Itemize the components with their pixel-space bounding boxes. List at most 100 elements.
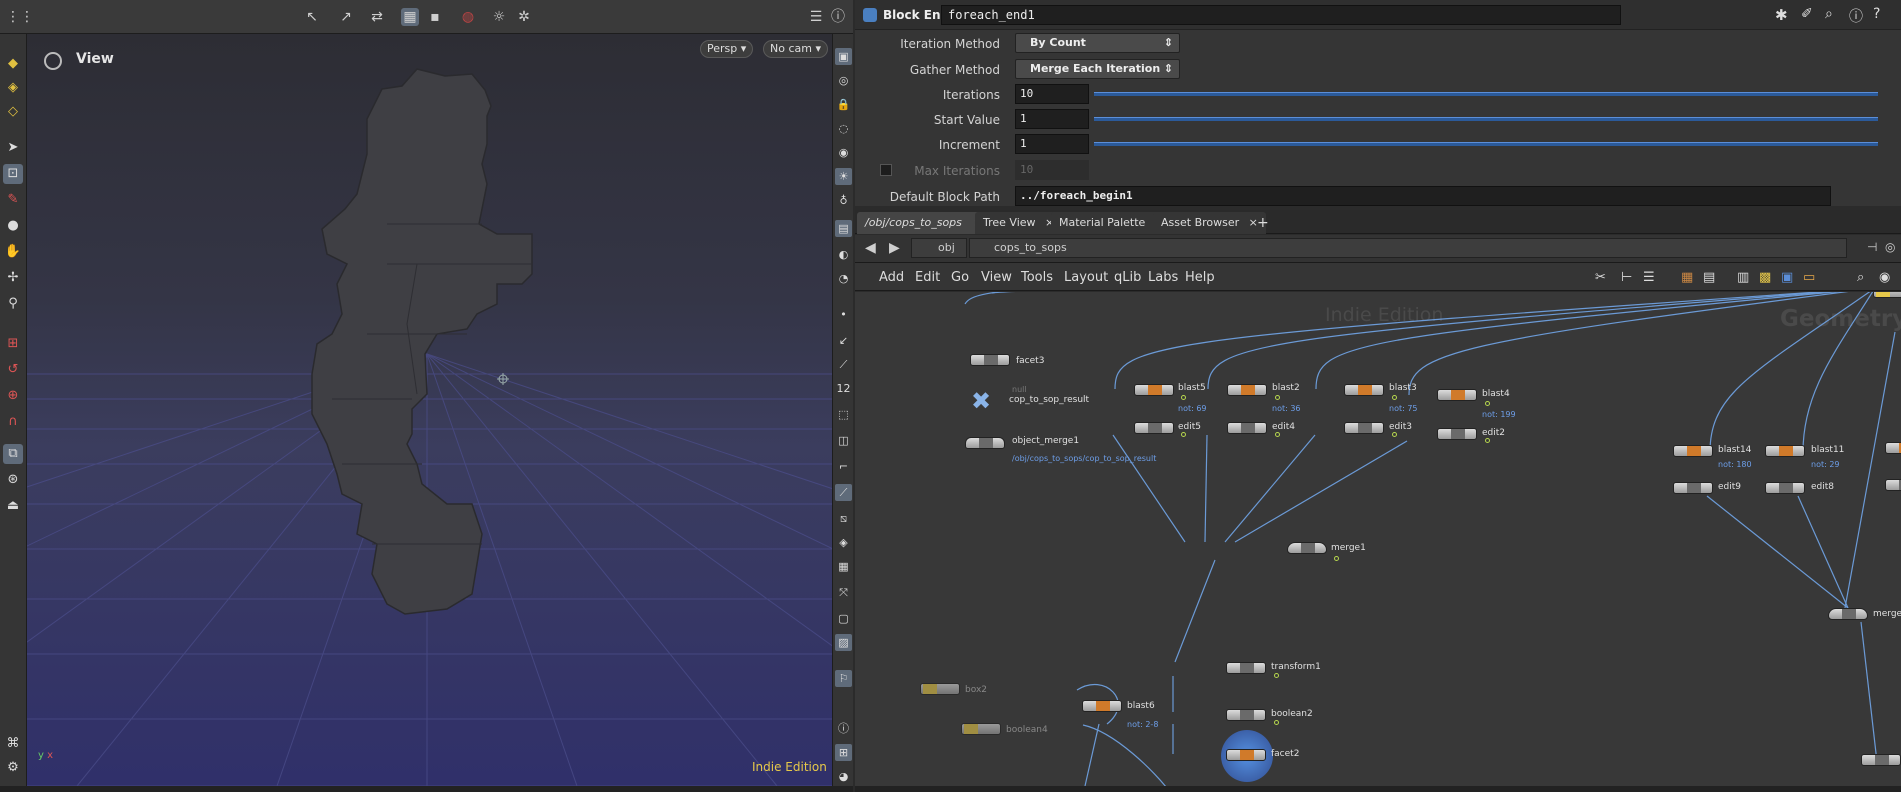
list-icon[interactable]: ☰ — [1643, 270, 1655, 285]
default-block-path-field[interactable]: ../foreach_begin1 — [1015, 186, 1831, 206]
prim-icon[interactable]: ◫ — [835, 432, 852, 449]
record-icon[interactable]: ◍ — [459, 8, 477, 26]
render-view-icon[interactable]: ◕ — [835, 768, 852, 785]
bone-icon[interactable]: ✢ — [3, 268, 23, 288]
help-icon[interactable]: ⓘ — [829, 8, 847, 26]
iterations-field[interactable]: 10 — [1015, 84, 1089, 104]
toolbar-options-icon[interactable]: ☰ — [807, 8, 825, 26]
viewport-canvas[interactable] — [27, 34, 832, 786]
scale-handle-icon[interactable]: ⊕ — [3, 386, 23, 406]
add-tab-icon[interactable]: + — [1249, 212, 1277, 234]
node-facet2[interactable] — [1226, 749, 1266, 761]
node-merge1[interactable] — [1287, 542, 1327, 554]
render-icon[interactable]: ⏏ — [3, 496, 23, 516]
select-arrow-icon[interactable]: ➤ — [3, 138, 23, 158]
eye-icon[interactable]: ◐ — [835, 246, 852, 263]
zoom-icon[interactable]: ⌕ — [1857, 270, 1864, 285]
node-edit3[interactable] — [1344, 422, 1384, 434]
node-boolean2[interactable] — [1226, 709, 1266, 721]
guide-icon[interactable]: ⌐ — [835, 458, 852, 475]
node-name-field[interactable]: foreach_end1 — [941, 5, 1621, 25]
handle-tool-icon[interactable]: ◆ — [3, 54, 23, 74]
timeline-scrubber[interactable] — [0, 786, 853, 792]
magnet-icon[interactable]: ∩ — [3, 412, 23, 432]
sculpt-icon[interactable]: ⊛ — [3, 470, 23, 490]
brush-icon[interactable]: ● — [3, 216, 23, 236]
layout-icon[interactable]: ⊞ — [835, 744, 852, 761]
pose-tool-icon[interactable]: ◈ — [3, 78, 23, 98]
view-tool-icon[interactable]: ◇ — [3, 102, 23, 122]
node-blast6[interactable] — [1082, 700, 1122, 712]
increment-slider[interactable] — [1094, 142, 1878, 146]
edge-icon[interactable]: ⟋ — [835, 356, 852, 373]
visibility-icon[interactable]: ◎ — [835, 72, 852, 89]
note-icon[interactable]: ▥ — [1737, 270, 1749, 285]
node-blast5[interactable] — [1134, 384, 1174, 396]
menu-edit[interactable]: Edit — [915, 270, 940, 285]
grab-icon[interactable]: ✋ — [3, 242, 23, 262]
node-edit8[interactable] — [1765, 482, 1805, 494]
grid-menu-icon[interactable]: ⋮⋮ — [6, 8, 34, 26]
grid-toggle-icon[interactable]: ▦ — [835, 558, 852, 575]
path-node[interactable]: cops_to_sops — [969, 238, 1847, 258]
gear-icon[interactable]: ✱ — [1775, 6, 1788, 24]
persp-dropdown[interactable]: Persp ▾ — [700, 40, 754, 58]
wire-icon[interactable]: ◔ — [835, 270, 852, 287]
iterations-slider[interactable] — [1094, 92, 1878, 96]
node-blast4[interactable] — [1437, 389, 1477, 401]
box-icon[interactable]: ▢ — [835, 610, 852, 627]
grid-view-icon[interactable]: ▦ — [1681, 270, 1693, 285]
normal-icon[interactable]: ↙ — [835, 332, 852, 349]
increment-field[interactable]: 1 — [1015, 134, 1089, 154]
rotate-tool-icon[interactable]: ⇄ — [368, 8, 386, 26]
node-geometry-output[interactable] — [1873, 292, 1901, 298]
node-blast14[interactable] — [1673, 445, 1713, 457]
attach-icon[interactable]: ⚲ — [3, 294, 23, 314]
node-facet3[interactable] — [970, 354, 1010, 366]
background-icon[interactable]: ◌ — [835, 120, 852, 137]
move-tool-icon[interactable]: ↗ — [337, 8, 355, 26]
node-edit2[interactable] — [1437, 428, 1477, 440]
light-icon[interactable]: ☼ — [490, 8, 508, 26]
search-icon[interactable]: ⌕ — [1825, 6, 1833, 22]
transform-icon[interactable]: ⊞ — [3, 334, 23, 354]
node-box2[interactable] — [920, 683, 960, 695]
info-icon[interactable]: ⓘ — [835, 720, 852, 737]
rotate-handle-icon[interactable]: ↺ — [3, 360, 23, 380]
paint-icon[interactable]: ✎ — [3, 190, 23, 210]
boundary-icon[interactable]: ⟋ — [835, 484, 852, 501]
menu-tools[interactable]: Tools — [1021, 270, 1053, 285]
help-circle-icon[interactable]: ? — [1873, 6, 1880, 22]
folder-icon[interactable]: ▭ — [1803, 270, 1815, 285]
menu-help[interactable]: Help — [1185, 270, 1215, 285]
start-value-field[interactable]: 1 — [1015, 109, 1089, 129]
display-options-icon[interactable]: ▦ — [401, 8, 419, 26]
pin-icon[interactable]: ⚐ — [835, 670, 852, 687]
node-partial-edge[interactable] — [1885, 479, 1901, 491]
image-icon[interactable]: ▣ — [1781, 270, 1793, 285]
select-tool-icon[interactable]: ↖ — [303, 8, 321, 26]
path-obj[interactable]: obj — [911, 238, 967, 258]
node-object-merge1[interactable] — [965, 437, 1005, 449]
node-edit9[interactable] — [1673, 482, 1713, 494]
attribute-icon[interactable]: ⬚ — [835, 406, 852, 423]
pin-pane-icon[interactable]: ⊣ — [1867, 240, 1877, 254]
node-transform1[interactable] — [1226, 662, 1266, 674]
tree-icon[interactable]: ⊢ — [1621, 270, 1632, 285]
point-icon[interactable]: • — [835, 306, 852, 323]
menu-add[interactable]: Add — [879, 270, 904, 285]
node-merge3[interactable] — [1828, 608, 1868, 620]
flipbook-icon[interactable]: ⌘ — [3, 734, 23, 754]
snap-options-icon[interactable]: ⧉ — [3, 444, 23, 464]
network-editor[interactable]: Indie Edition Geometry facet3 ✖ cop_to_s… — [855, 292, 1901, 786]
handles-icon[interactable]: ⤧ — [835, 584, 852, 601]
visibility-toggle-icon[interactable]: ◉ — [1879, 270, 1890, 285]
list-view-icon[interactable]: ▤ — [1703, 270, 1715, 285]
display-mode-icon[interactable]: ▣ — [835, 48, 852, 65]
uv-icon[interactable]: ◈ — [835, 534, 852, 551]
link-icon[interactable]: ◎ — [1885, 240, 1895, 254]
node-partial[interactable] — [1861, 754, 1901, 766]
node-edit4[interactable] — [1227, 422, 1267, 434]
brush-tool-icon[interactable]: ✐ — [1801, 6, 1813, 22]
number-icon[interactable]: 12 — [835, 380, 852, 397]
